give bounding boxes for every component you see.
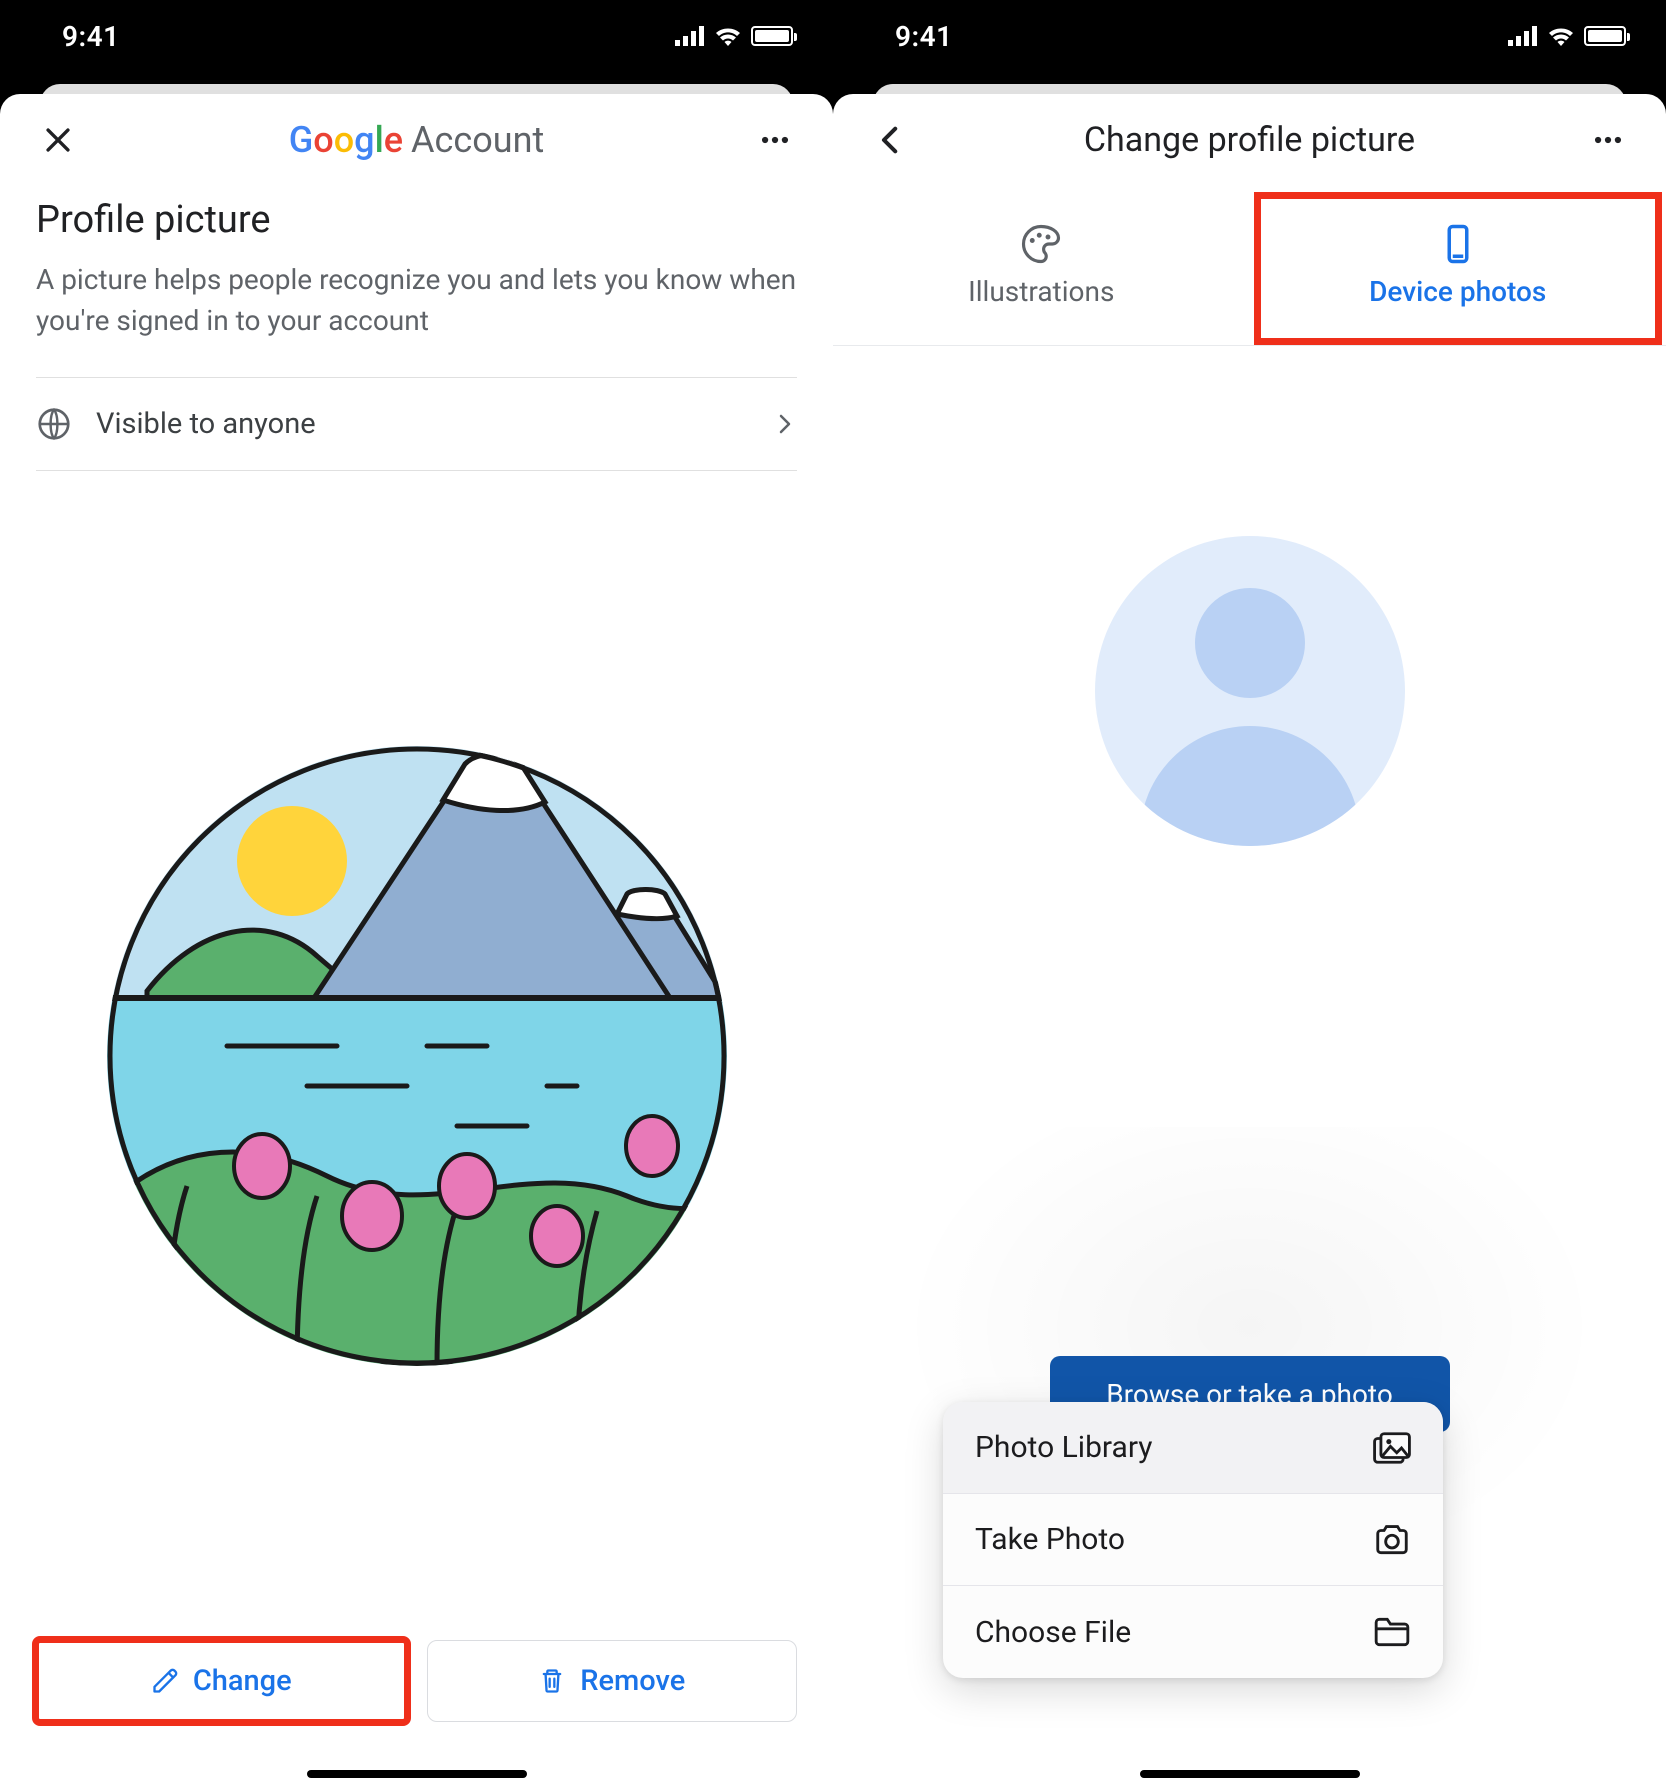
- close-button[interactable]: [28, 123, 88, 157]
- tab-device-photos[interactable]: Device photos: [1250, 186, 1666, 345]
- section-description: A picture helps people recognize you and…: [36, 260, 797, 341]
- google-logo: Google: [289, 119, 403, 161]
- remove-button[interactable]: Remove: [427, 1640, 798, 1722]
- account-text: Account: [411, 119, 544, 161]
- change-button[interactable]: Change: [36, 1640, 407, 1722]
- status-bar: 9:41: [833, 0, 1666, 72]
- content-right: Browse or take a photo Photo Library Tak…: [833, 346, 1666, 1792]
- trash-icon: [538, 1667, 566, 1695]
- profile-picture-preview: [36, 471, 797, 1640]
- battery-icon: [1584, 26, 1626, 46]
- action-take-photo[interactable]: Take Photo: [943, 1494, 1443, 1586]
- folder-icon: [1373, 1615, 1411, 1649]
- battery-icon: [751, 26, 793, 46]
- header-title: Change profile picture: [921, 120, 1578, 160]
- action-label: Photo Library: [975, 1430, 1152, 1465]
- more-button[interactable]: [1578, 123, 1638, 157]
- remove-button-label: Remove: [580, 1664, 685, 1698]
- photo-library-icon: [1373, 1431, 1411, 1465]
- tab-label: Device photos: [1369, 275, 1546, 308]
- status-bar: 9:41: [0, 0, 833, 72]
- cellular-signal-icon: [1508, 26, 1538, 46]
- wifi-icon: [715, 26, 741, 46]
- action-photo-library[interactable]: Photo Library: [943, 1402, 1443, 1494]
- phone-left: 9:41 Google Account: [0, 0, 833, 1792]
- action-label: Choose File: [975, 1615, 1131, 1650]
- avatar-head-shape: [1195, 588, 1305, 698]
- change-button-label: Change: [193, 1664, 292, 1698]
- camera-icon: [1373, 1523, 1411, 1557]
- placeholder-avatar: [1095, 536, 1405, 846]
- action-sheet: Photo Library Take Photo Choose File: [943, 1402, 1443, 1678]
- nav-bar: Google Account: [0, 94, 833, 186]
- pencil-icon: [151, 1667, 179, 1695]
- more-horizontal-icon: [758, 123, 792, 157]
- chevron-right-icon: [773, 412, 797, 436]
- action-label: Take Photo: [975, 1522, 1125, 1557]
- visibility-row[interactable]: Visible to anyone: [36, 378, 797, 470]
- home-indicator[interactable]: [307, 1770, 527, 1778]
- avatar-body-shape: [1140, 726, 1360, 846]
- tab-illustrations[interactable]: Illustrations: [833, 186, 1250, 345]
- modal-sheet: Change profile picture Illustrations Dev…: [833, 94, 1666, 1792]
- cellular-signal-icon: [675, 26, 705, 46]
- section-title: Profile picture: [36, 198, 797, 242]
- avatar-illustration: [107, 746, 727, 1366]
- content-left: Profile picture A picture helps people r…: [0, 186, 833, 1792]
- wifi-icon: [1548, 26, 1574, 46]
- tab-label: Illustrations: [968, 275, 1114, 308]
- phone-icon: [1437, 223, 1479, 265]
- more-button[interactable]: [745, 123, 805, 157]
- close-icon: [41, 123, 75, 157]
- visibility-label: Visible to anyone: [96, 407, 749, 441]
- status-time: 9:41: [895, 20, 953, 53]
- page-title: Change profile picture: [1084, 120, 1415, 160]
- phone-right: 9:41 Change profile picture: [833, 0, 1666, 1792]
- tabs: Illustrations Device photos: [833, 186, 1666, 346]
- status-time: 9:41: [62, 20, 120, 53]
- modal-sheet: Google Account Profile picture A picture…: [0, 94, 833, 1792]
- highlight-box: [1254, 192, 1663, 345]
- palette-icon: [1020, 223, 1062, 265]
- status-icons: [1508, 26, 1626, 46]
- globe-icon: [36, 406, 72, 442]
- status-icons: [675, 26, 793, 46]
- action-choose-file[interactable]: Choose File: [943, 1586, 1443, 1678]
- home-indicator[interactable]: [1140, 1770, 1360, 1778]
- more-horizontal-icon: [1591, 123, 1625, 157]
- nav-bar: Change profile picture: [833, 94, 1666, 186]
- header-title: Google Account: [88, 119, 745, 161]
- chevron-left-icon: [874, 123, 908, 157]
- back-button[interactable]: [861, 123, 921, 157]
